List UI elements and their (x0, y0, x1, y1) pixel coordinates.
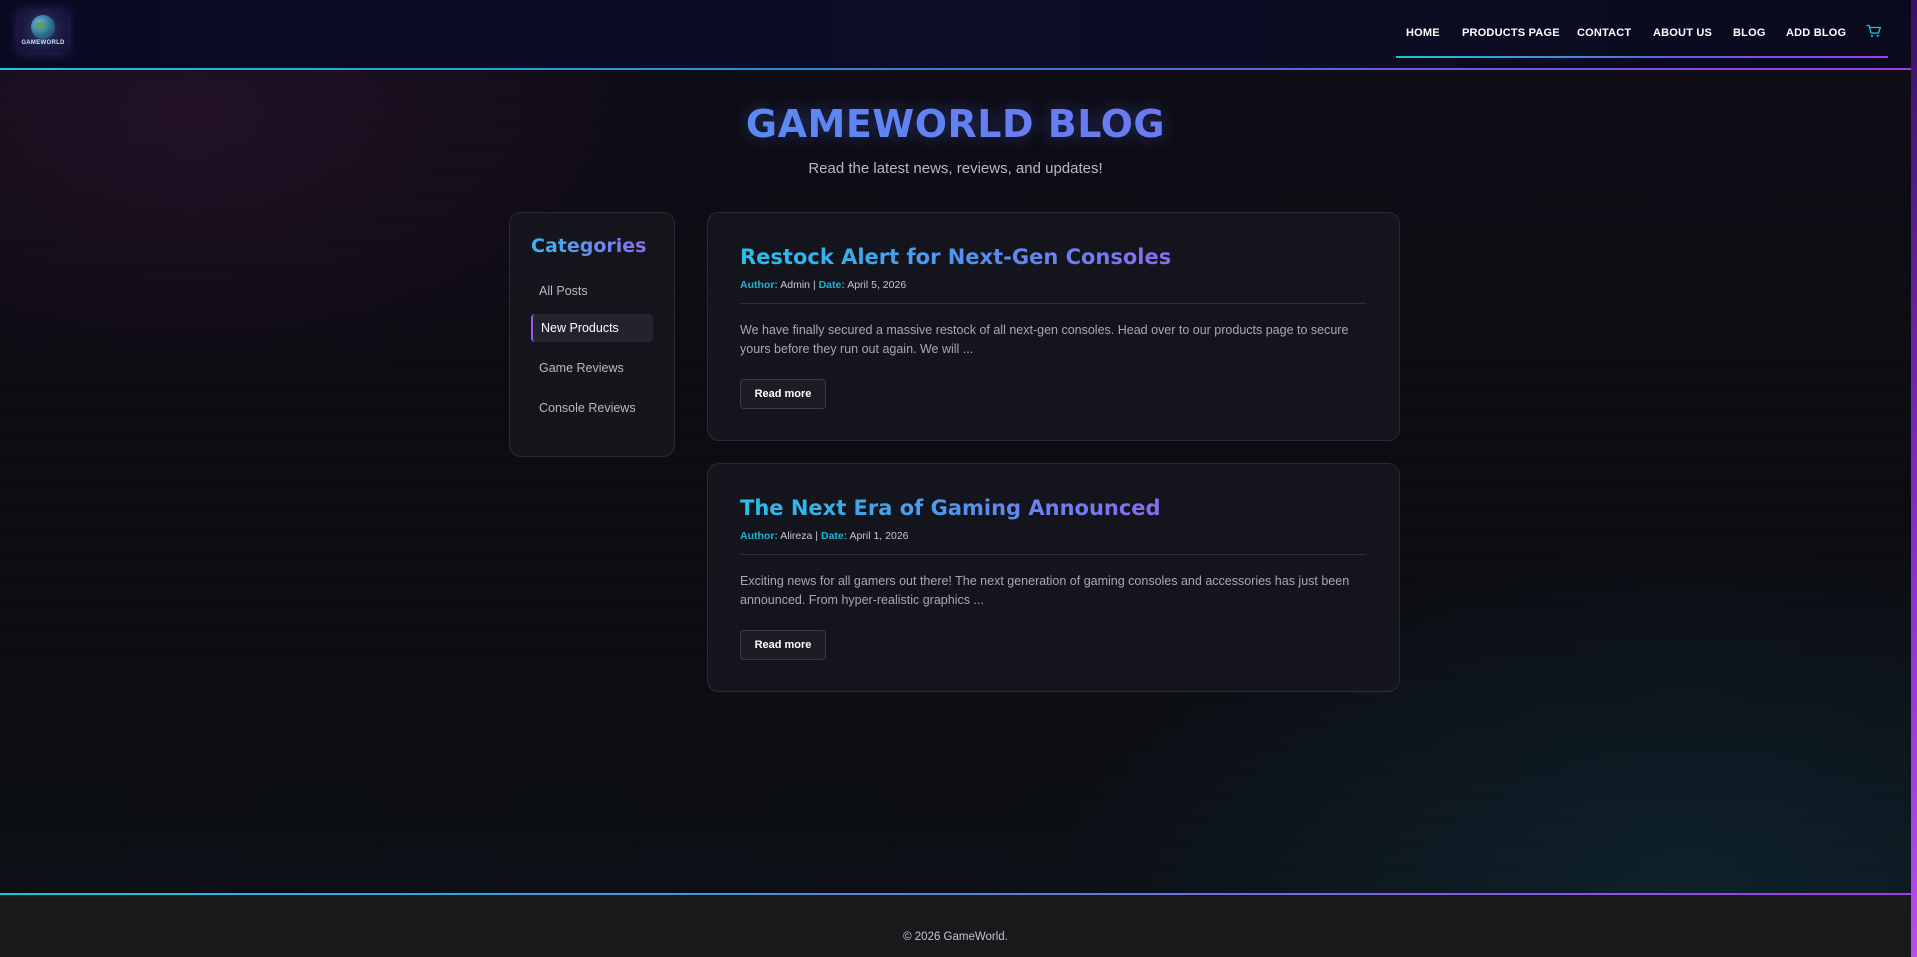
post-excerpt: We have finally secured a massive restoc… (740, 323, 1349, 356)
post-date: April 5, 2026 (847, 279, 907, 291)
post-author: Alireza (780, 530, 813, 542)
read-more-button[interactable]: Read more (740, 379, 826, 409)
post-divider (740, 303, 1366, 304)
globe-icon (31, 15, 55, 39)
read-more-button[interactable]: Read more (740, 630, 826, 660)
nav-contact[interactable]: CONTACT (1577, 27, 1631, 39)
author-label: Author: (740, 530, 778, 542)
cart-icon[interactable] (1866, 24, 1882, 38)
categories-heading: Categories (531, 235, 647, 257)
category-console-reviews[interactable]: Console Reviews (531, 394, 653, 422)
date-label: Date: (820, 530, 848, 542)
post-author: Admin (780, 279, 811, 291)
meta-separator: | (812, 279, 816, 291)
nav-products-page[interactable]: PRODUCTS PAGE (1462, 27, 1560, 39)
post-meta: Author: Admin | Date: April 5, 2026 (740, 279, 906, 291)
header-divider (0, 68, 1911, 70)
nav-blog[interactable]: BLOG (1733, 27, 1766, 39)
footer-copyright: © 2026 GameWorld. (903, 931, 1008, 943)
category-game-reviews[interactable]: Game Reviews (531, 354, 653, 382)
category-all-posts[interactable]: All Posts (531, 277, 653, 305)
post-title[interactable]: The Next Era of Gaming Announced (740, 496, 1161, 520)
site-footer (0, 893, 1911, 957)
page-subtitle: Read the latest news, reviews, and updat… (808, 160, 1103, 177)
category-new-products[interactable]: New Products (531, 314, 653, 342)
main-nav: HOME PRODUCTS PAGE CONTACT ABOUT US BLOG… (1396, 0, 1888, 60)
site-logo[interactable]: GAMEWORLD (18, 11, 68, 53)
blog-post-card: The Next Era of Gaming Announced Author:… (707, 463, 1400, 692)
nav-add-blog[interactable]: ADD BLOG (1786, 27, 1846, 39)
nav-home[interactable]: HOME (1406, 27, 1440, 39)
page-title: GAMEWORLD BLOG (0, 102, 1911, 146)
nav-underline (1396, 56, 1888, 58)
meta-separator: | (815, 530, 819, 542)
date-label: Date: (818, 279, 845, 291)
scrollbar[interactable] (1911, 0, 1917, 957)
post-divider (740, 554, 1366, 555)
logo-text: GAMEWORLD (21, 40, 65, 46)
author-label: Author: (740, 279, 778, 291)
post-title[interactable]: Restock Alert for Next-Gen Consoles (740, 245, 1171, 269)
post-excerpt: Exciting news for all gamers out there! … (740, 574, 1350, 607)
post-meta: Author: Alireza | Date: April 1, 2026 (740, 530, 909, 542)
categories-sidebar: Categories All Posts New Products Game R… (509, 212, 675, 457)
footer-divider (0, 893, 1911, 895)
nav-about-us[interactable]: ABOUT US (1653, 27, 1712, 39)
blog-post-card: Restock Alert for Next-Gen Consoles Auth… (707, 212, 1400, 441)
post-date: April 1, 2026 (849, 530, 909, 542)
